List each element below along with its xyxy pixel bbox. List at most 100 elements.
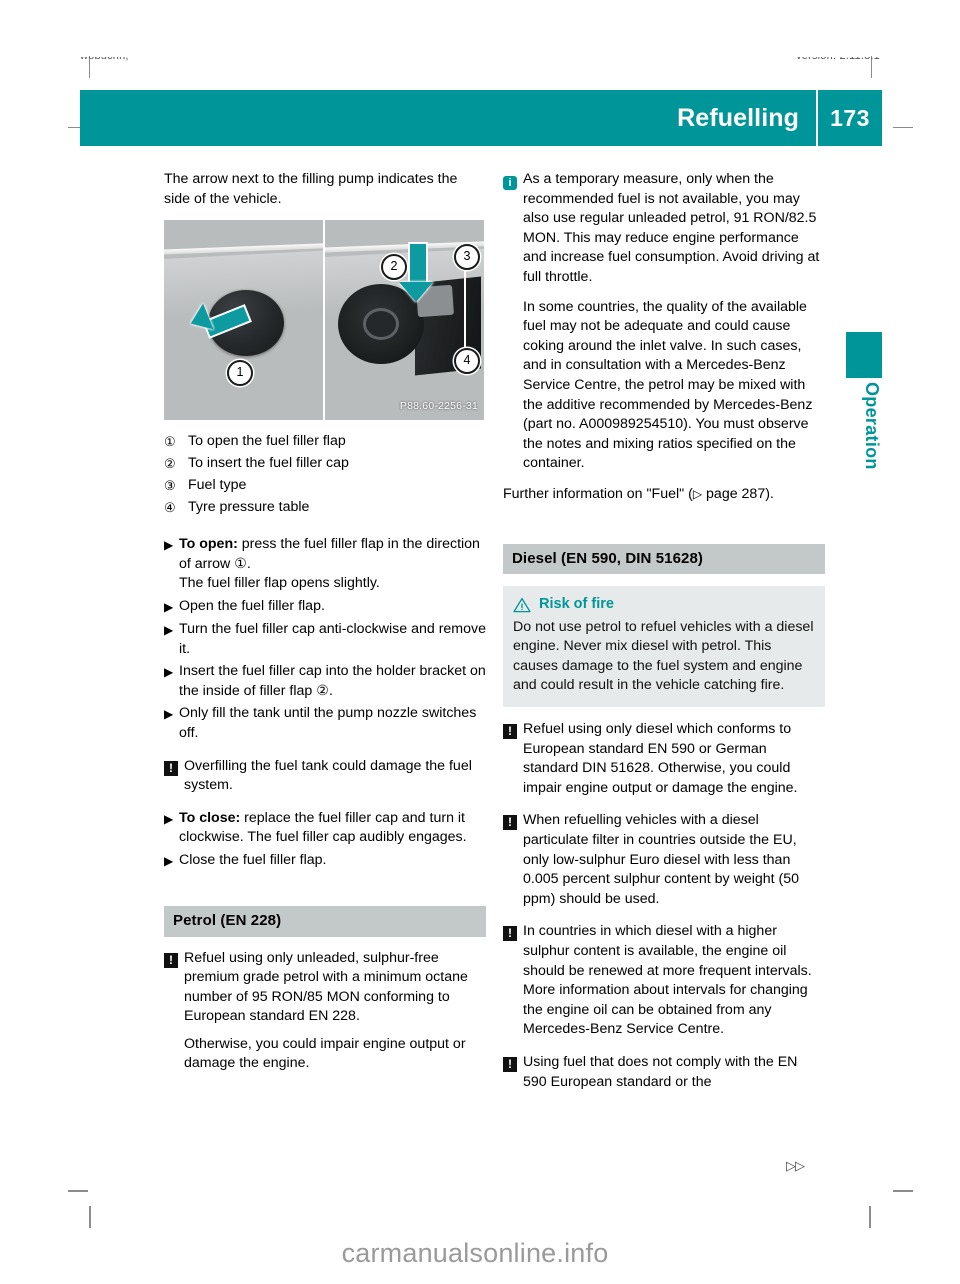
- note-diesel-sulphur-oil: ! In countries in which diesel with a hi…: [503, 922, 825, 1040]
- step-text-3: Turn the fuel filler cap anti-clockwise …: [179, 620, 487, 657]
- exclamation-icon: !: [164, 949, 184, 971]
- callout-2: 2: [381, 254, 407, 281]
- note-diesel-standard-text: Refuel using only diesel which conforms …: [523, 721, 798, 796]
- fuel-filler-neck: [363, 308, 399, 341]
- page-header-bar: Refuelling 173: [80, 90, 882, 146]
- callout-marker-3: ③: [164, 478, 176, 494]
- xref-prefix: Further information on "Fuel" (: [503, 485, 693, 502]
- step-bullet-icon: ▶: [164, 707, 174, 722]
- step-text-7: Close the fuel filler flap.: [179, 851, 327, 868]
- note-diesel-particulate-filter: ! When refuelling vehicles with a diesel…: [503, 811, 825, 909]
- warning-box-risk-of-fire: Risk of fire Do not use petrol to refuel…: [503, 586, 825, 708]
- leader-line-4: [464, 298, 466, 355]
- exclamation-icon: !: [503, 720, 523, 742]
- legend-label-4: Tyre pressure table: [188, 499, 310, 516]
- figure-reference-code: P88.60-2256-31: [399, 399, 478, 412]
- print-header: wobuchn, version: 2.11.8.1: [80, 57, 880, 71]
- info-icon: i: [503, 170, 523, 193]
- step-bullet-icon: ▶: [164, 599, 174, 614]
- continuation-marker: ▷▷: [786, 1158, 805, 1173]
- xref-suffix: page 287).: [702, 485, 774, 502]
- warning-header: Risk of fire: [513, 595, 815, 615]
- info-note-continuation: In some countries, the quality of the av…: [523, 298, 813, 472]
- info-note-temporary-fuel: i As a temporary measure, only when the …: [503, 170, 825, 288]
- figure-legend-list: ① To open the fuel filler flap ② To inse…: [164, 431, 486, 518]
- note-petrol-grade-text: Refuel using only unleaded, sulphur-free…: [184, 949, 486, 1075]
- exclamation-icon: !: [164, 757, 184, 779]
- step-bullet-icon: ▶: [164, 853, 174, 868]
- cross-reference-fuel: Further information on "Fuel" (▷ page 28…: [503, 485, 825, 505]
- page-title: Refuelling: [677, 103, 799, 132]
- crop-mark-bottom-right-horizontal: [893, 1190, 913, 1192]
- fuel-filler-illustration: 1 2 3 4 P88.60-2256-31: [164, 220, 484, 421]
- site-watermark: carmanualsonline.info: [341, 1238, 609, 1268]
- exclamation-icon: !: [503, 922, 523, 944]
- step-bullet-icon: ▶: [164, 811, 174, 826]
- callout-marker-2: ②: [164, 456, 176, 472]
- list-item: ▶ To open: press the fuel filler flap in…: [164, 535, 486, 594]
- legend-label-2: To insert the fuel filler cap: [188, 455, 349, 472]
- legend-label-1: To open the fuel filler flap: [188, 433, 346, 450]
- step-text-2: Open the fuel filler flap.: [179, 597, 325, 614]
- legend-label-3: Fuel type: [188, 477, 247, 494]
- list-item: ① To open the fuel filler flap: [164, 431, 486, 452]
- step-bullet-icon: ▶: [164, 622, 174, 637]
- page-number: 173: [830, 104, 870, 131]
- note-diesel-particulate-filter-text: When refuelling vehicles with a diesel p…: [523, 812, 800, 907]
- illustration-panel-closed-flap: 1: [164, 220, 323, 420]
- exclamation-icon: !: [503, 811, 523, 833]
- list-item: ③ Fuel type: [164, 475, 486, 496]
- note-petrol-grade: ! Refuel using only unleaded, sulphur-fr…: [164, 949, 486, 1075]
- procedure-steps-close: ▶ To close: replace the fuel filler cap …: [164, 809, 486, 871]
- left-column: The arrow next to the filling pump indic…: [164, 170, 486, 1087]
- insert-direction-arrow-head: [399, 282, 433, 303]
- list-item: ▶ To close: replace the fuel filler cap …: [164, 809, 486, 848]
- chapter-tab-label: Operation: [862, 382, 882, 470]
- callout-1: 1: [227, 360, 253, 387]
- note-overfilling-text: Overfilling the fuel tank could damage t…: [184, 757, 472, 794]
- step-bullet-icon: ▶: [164, 665, 174, 680]
- warning-triangle-icon: [513, 597, 531, 613]
- step-subnote-1: The fuel filler flap opens slightly.: [179, 575, 380, 592]
- list-item: ④ Tyre pressure table: [164, 497, 486, 518]
- list-item: ▶ Only fill the tank until the pump nozz…: [164, 704, 486, 743]
- section-heading-petrol: Petrol (EN 228): [164, 905, 486, 937]
- step-text-4: Insert the fuel filler cap into the hold…: [179, 663, 486, 699]
- crop-mark-top-right-horizontal: [893, 127, 913, 128]
- note-diesel-noncompliant-fuel-text: Using fuel that does not comply with the…: [523, 1053, 798, 1090]
- note-petrol-grade-main: Refuel using only unleaded, sulphur-free…: [184, 949, 468, 1025]
- list-item: ② To insert the fuel filler cap: [164, 453, 486, 474]
- info-note-text: As a temporary measure, only when the re…: [523, 171, 820, 285]
- callout-marker-1: ①: [164, 434, 176, 450]
- step-lead-1: To open:: [179, 536, 238, 553]
- note-petrol-grade-cont: Otherwise, you could impair engine outpu…: [184, 1035, 466, 1072]
- note-diesel-noncompliant-fuel: ! Using fuel that does not comply with t…: [503, 1053, 825, 1092]
- procedure-steps-open: ▶ To open: press the fuel filler flap in…: [164, 535, 486, 743]
- callout-3: 3: [454, 244, 480, 271]
- chapter-tab-marker: [846, 332, 882, 378]
- right-column: i As a temporary measure, only when the …: [503, 170, 825, 1105]
- step-lead-6: To close:: [179, 809, 241, 826]
- warning-body-text: Do not use petrol to refuel vehicles wit…: [513, 618, 814, 694]
- intro-paragraph: The arrow next to the filling pump indic…: [164, 171, 458, 207]
- exclamation-icon: !: [503, 1053, 523, 1075]
- list-item: ▶ Insert the fuel filler cap into the ho…: [164, 662, 486, 701]
- crop-mark-bottom-left-vertical: [89, 1206, 91, 1228]
- note-diesel-sulphur-oil-text: In countries in which diesel with a high…: [523, 923, 812, 1038]
- list-item: ▶ Close the fuel filler flap.: [164, 851, 486, 871]
- step-text-1: To open: press the fuel filler flap in t…: [179, 535, 486, 594]
- step-text-6: To close: replace the fuel filler cap an…: [179, 809, 486, 848]
- xref-arrow-icon: ▷: [692, 486, 703, 501]
- illustration-panel-open-flap: 2 3 4 P88.60-2256-31: [325, 220, 484, 420]
- callout-marker-4: ④: [164, 500, 176, 516]
- print-header-right: version: 2.11.8.1: [796, 57, 880, 62]
- step-text-5: Only fill the tank until the pump nozzle…: [179, 705, 477, 741]
- warning-title: Risk of fire: [539, 596, 614, 613]
- note-overfilling: ! Overfilling the fuel tank could damage…: [164, 757, 486, 796]
- step-bullet-icon: ▶: [164, 538, 174, 553]
- list-item: ▶ Turn the fuel filler cap anti-clockwis…: [164, 620, 486, 659]
- print-header-left: wobuchn,: [80, 57, 129, 62]
- list-item: ▶ Open the fuel filler flap.: [164, 597, 486, 617]
- section-heading-diesel: Diesel (EN 590, DIN 51628): [503, 543, 825, 575]
- callout-4: 4: [454, 348, 480, 375]
